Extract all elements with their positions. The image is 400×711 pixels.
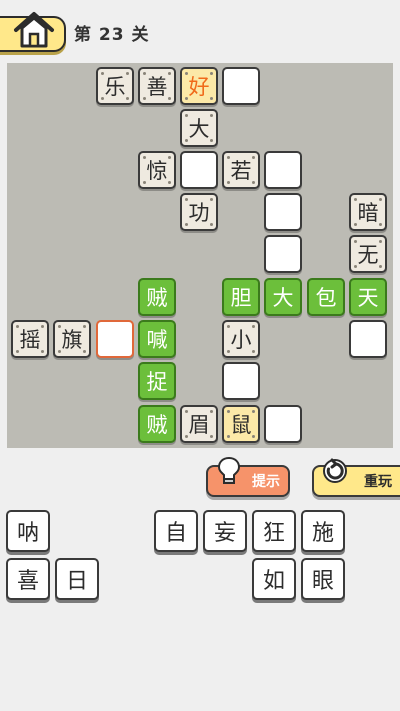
board-cell-r5c7[interactable]: 包 <box>307 278 345 316</box>
board-cell-r6c2-selected[interactable] <box>96 320 134 358</box>
answer-tile[interactable]: 眼 <box>301 558 345 600</box>
board-cell-r6c1[interactable]: 旗 <box>53 320 91 358</box>
board-cell-r0c2[interactable]: 乐 <box>96 67 134 105</box>
board-cell-r0c5[interactable] <box>222 67 260 105</box>
board-cell-r5c5[interactable]: 胆 <box>222 278 260 316</box>
board-cell-r0c3[interactable]: 善 <box>138 67 176 105</box>
board-cell-r5c3[interactable]: 贼 <box>138 278 176 316</box>
answer-tile[interactable]: 喜 <box>6 558 50 600</box>
board-cell-r2c3[interactable]: 惊 <box>138 151 176 189</box>
hint-label: 提示 <box>252 474 280 490</box>
board-cell-r5c8[interactable]: 天 <box>349 278 387 316</box>
answer-tile[interactable]: 妄 <box>203 510 247 552</box>
answer-tile[interactable]: 施 <box>301 510 345 552</box>
level-title: 第 23 关 <box>74 25 150 45</box>
board-cell-r0c4[interactable]: 好 <box>180 67 218 105</box>
board-cell-r2c5[interactable]: 若 <box>222 151 260 189</box>
board-cell-r6c3[interactable]: 喊 <box>138 320 176 358</box>
house-icon <box>14 12 54 48</box>
board-cell-r8c4[interactable]: 眉 <box>180 405 218 443</box>
answer-tile[interactable]: 狂 <box>252 510 296 552</box>
board-cell-r4c8[interactable]: 无 <box>349 235 387 273</box>
home-button[interactable] <box>0 12 66 52</box>
board-cell-r3c6[interactable] <box>264 193 302 231</box>
board-cell-r2c6[interactable] <box>264 151 302 189</box>
board-cell-r8c6[interactable] <box>264 405 302 443</box>
board-cell-r4c6[interactable] <box>264 235 302 273</box>
board-cell-r7c3[interactable]: 捉 <box>138 362 176 400</box>
answer-tile[interactable]: 呐 <box>6 510 50 552</box>
board-cell-r3c8[interactable]: 暗 <box>349 193 387 231</box>
replay-label: 重玩 <box>364 474 392 490</box>
puzzle-board: 乐 善 好 大 惊 若 功 暗 无 贼 胆 大 包 天 摇 旗 喊 小 捉 贼 … <box>7 63 393 448</box>
hint-button[interactable]: 提示 <box>206 456 290 497</box>
board-cell-r3c4[interactable]: 功 <box>180 193 218 231</box>
board-cell-r5c6[interactable]: 大 <box>264 278 302 316</box>
board-cell-r8c3[interactable]: 贼 <box>138 405 176 443</box>
lightbulb-icon <box>217 456 241 484</box>
restart-icon <box>323 458 347 483</box>
board-cell-r6c8[interactable] <box>349 320 387 358</box>
answer-tile[interactable]: 自 <box>154 510 198 552</box>
board-cell-r8c5[interactable]: 鼠 <box>222 405 260 443</box>
board-cell-r7c5[interactable] <box>222 362 260 400</box>
board-cell-r6c5[interactable]: 小 <box>222 320 260 358</box>
answer-tile[interactable]: 如 <box>252 558 296 600</box>
board-cell-r6c0[interactable]: 摇 <box>11 320 49 358</box>
board-cell-r2c4[interactable] <box>180 151 218 189</box>
answer-tile[interactable]: 日 <box>55 558 99 600</box>
replay-button[interactable]: 重玩 <box>312 458 400 497</box>
board-cell-r1c4[interactable]: 大 <box>180 109 218 147</box>
